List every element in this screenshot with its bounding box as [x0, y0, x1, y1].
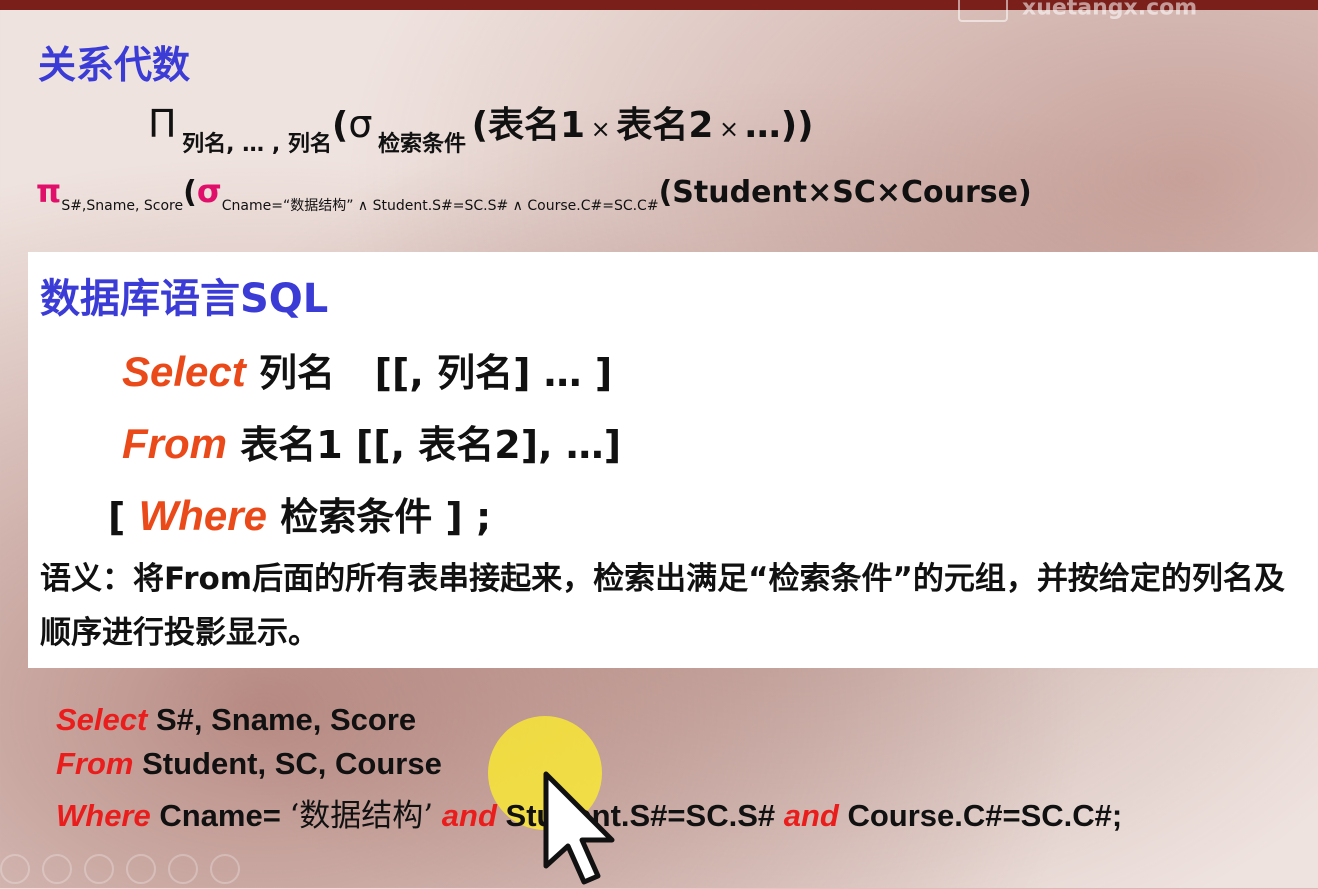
from-clause: 表名1 [[, 表名2], …]: [240, 423, 622, 467]
control-icon[interactable]: [168, 854, 198, 884]
sigma-symbol: σ: [348, 102, 373, 146]
from-keyword: From: [122, 420, 227, 467]
mouse-pointer-icon: [543, 771, 615, 885]
pi-symbol: π: [36, 172, 62, 210]
algebra-example-formula: πS#,Sname, Score(σCname=“数据结构” ∧ Student…: [36, 172, 1032, 215]
and-keyword: and: [433, 798, 506, 833]
book-icon: [958, 0, 1008, 22]
watermark-text: xuetangx.com: [1022, 0, 1198, 21]
example-select-line: Select S#, Sname, Score: [56, 702, 416, 738]
algebra-general-formula: Π 列名, … , 列名(σ 检索条件 (表名1 × 表名2 × …)): [148, 96, 814, 158]
where-keyword: Where: [138, 492, 267, 539]
where-clause: 检索条件 ] ;: [280, 495, 492, 539]
and-keyword: and: [783, 798, 839, 833]
tables-part: (表名1: [471, 105, 586, 146]
times-symbol: ×: [590, 115, 611, 143]
open-paren: (: [183, 175, 197, 210]
player-controls[interactable]: [0, 854, 320, 884]
control-icon[interactable]: [84, 854, 114, 884]
projection-subscript: S#,Sname, Score: [61, 198, 184, 214]
tail-part: …)): [744, 105, 814, 146]
control-icon[interactable]: [42, 854, 72, 884]
open-paren: (: [331, 105, 349, 146]
projection-subscript: 列名, … , 列名: [182, 132, 332, 157]
table2-part: 表名2: [616, 105, 714, 146]
syntax-from-line: From 表名1 [[, 表名2], …]: [122, 414, 621, 469]
watermark-logo: xuetangx.com: [958, 0, 1258, 28]
control-icon[interactable]: [126, 854, 156, 884]
syntax-where-line: [ Where 检索条件 ] ;: [108, 486, 491, 541]
control-icon[interactable]: [210, 854, 240, 884]
sql-title: 数据库语言SQL: [40, 276, 329, 322]
from-tables: Student, SC, Course: [133, 746, 442, 781]
semantics-text: 语义：将From后面的所有表串接起来，检索出满足“检索条件”的元组，并按给定的列…: [40, 561, 1285, 651]
select-keyword: Select: [56, 702, 148, 737]
pi-symbol: Π: [148, 102, 177, 146]
sigma-symbol: σ: [196, 172, 222, 210]
times-symbol: ×: [719, 115, 740, 143]
where-keyword: Where: [56, 798, 151, 833]
select-clause: 列名 [[, 列名] … ]: [258, 351, 613, 395]
select-keyword: Select: [122, 348, 246, 395]
condition-subscript: Cname=“数据结构” ∧ Student.S#=SC.S# ∧ Course…: [221, 198, 659, 214]
where-cname-value: ‘数据结构’: [289, 798, 434, 834]
where-join2: Course.C#=SC.C#;: [838, 798, 1123, 833]
where-cname: Cname=: [150, 798, 290, 833]
where-open-bracket: [: [108, 495, 126, 539]
from-keyword: From: [56, 746, 134, 781]
tables-part: (Student×SC×Course): [658, 175, 1032, 210]
control-icon[interactable]: [0, 854, 30, 884]
condition-subscript: 检索条件: [377, 132, 466, 157]
example-from-line: From Student, SC, Course: [56, 746, 442, 782]
select-columns: S#, Sname, Score: [147, 702, 417, 737]
syntax-select-line: Select 列名 [[, 列名] … ]: [122, 342, 612, 397]
algebra-title: 关系代数: [38, 43, 191, 87]
